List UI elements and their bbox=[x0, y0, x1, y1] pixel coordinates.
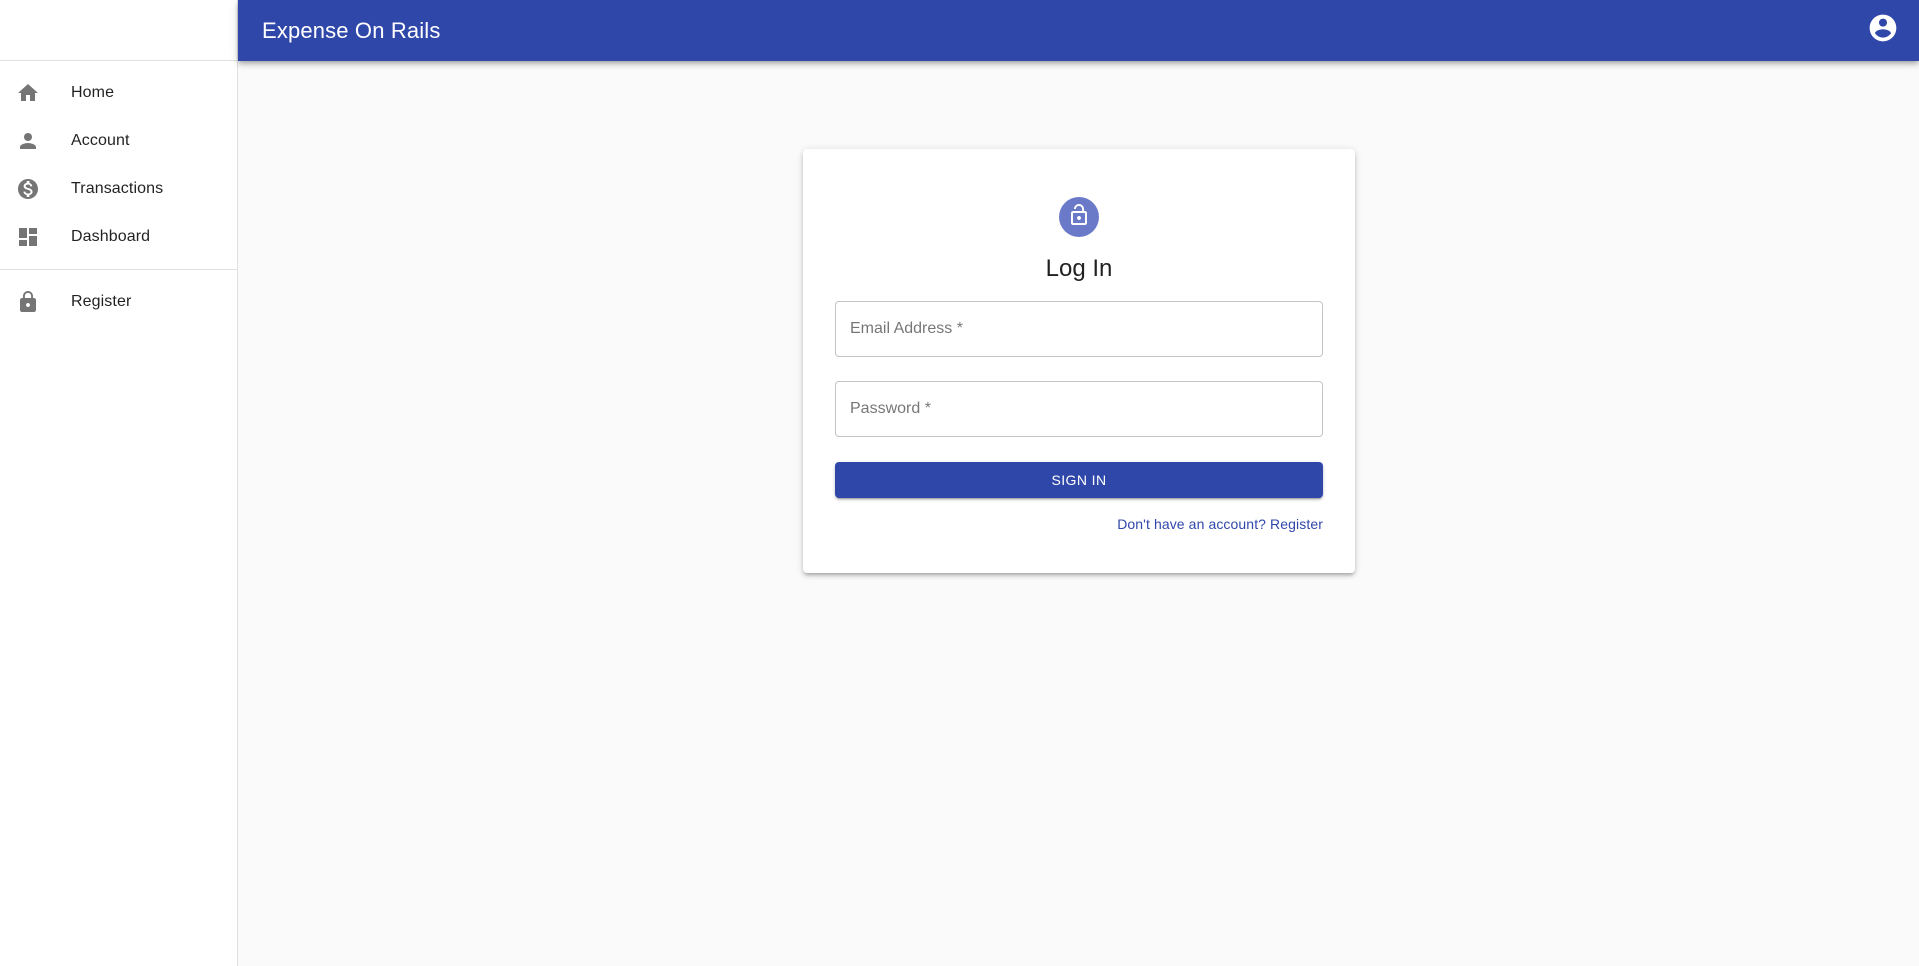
sidebar-item-transactions[interactable]: Transactions bbox=[0, 165, 237, 213]
dollar-circle-icon bbox=[16, 177, 40, 201]
sidebar-item-home[interactable]: Home bbox=[0, 69, 237, 117]
sidebar-item-label: Transactions bbox=[71, 180, 164, 197]
login-avatar bbox=[1059, 197, 1099, 237]
sidebar-item-label: Register bbox=[71, 293, 132, 310]
sidebar-item-dashboard[interactable]: Dashboard bbox=[0, 213, 237, 261]
sidebar-secondary-nav: Register bbox=[0, 270, 237, 334]
email-field[interactable] bbox=[836, 302, 1322, 356]
sidebar-nav: Home Account Transactions Dashboard bbox=[0, 61, 237, 269]
email-field-container bbox=[835, 301, 1323, 357]
account-circle-icon bbox=[1867, 12, 1899, 49]
lock-icon bbox=[16, 290, 40, 314]
sidebar-item-register[interactable]: Register bbox=[0, 278, 237, 326]
page-title: Log In bbox=[1045, 255, 1113, 282]
register-link[interactable]: Don't have an account? Register bbox=[1117, 516, 1323, 532]
sidebar-header bbox=[0, 0, 237, 61]
sidebar-item-label: Dashboard bbox=[71, 228, 151, 245]
register-link-row: Don't have an account? Register bbox=[835, 516, 1323, 532]
sidebar-item-label: Account bbox=[71, 132, 130, 149]
password-field[interactable] bbox=[836, 382, 1322, 436]
sidebar-item-label: Home bbox=[71, 84, 115, 101]
home-icon bbox=[16, 81, 40, 105]
dashboard-icon bbox=[16, 225, 40, 249]
sign-in-button[interactable]: Sign In bbox=[835, 462, 1323, 498]
main-content: Log In Sign In Don't have an account? Re… bbox=[238, 61, 1919, 966]
lock-open-icon bbox=[1067, 203, 1091, 232]
app-bar: Expense On Rails bbox=[238, 0, 1919, 61]
login-form: Sign In Don't have an account? Register bbox=[835, 301, 1323, 532]
sidebar: Home Account Transactions Dashboard Regi… bbox=[0, 0, 238, 966]
login-card: Log In Sign In Don't have an account? Re… bbox=[803, 149, 1355, 573]
app-title: Expense On Rails bbox=[262, 17, 441, 43]
sidebar-item-account[interactable]: Account bbox=[0, 117, 237, 165]
account-button[interactable] bbox=[1859, 7, 1907, 55]
person-icon bbox=[16, 129, 40, 153]
password-field-container bbox=[835, 381, 1323, 437]
